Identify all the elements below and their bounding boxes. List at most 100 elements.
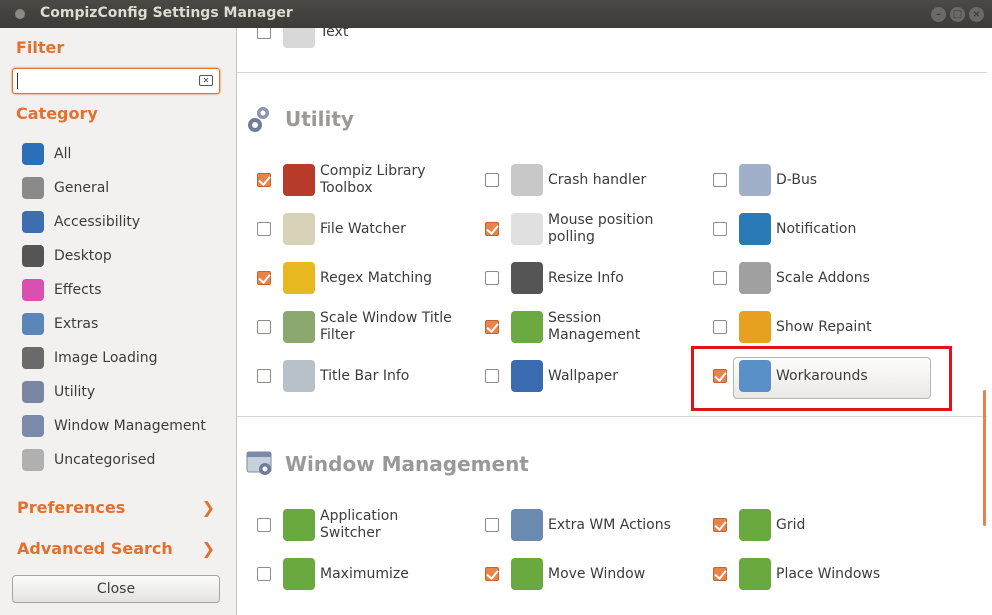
plugin-label: Grid	[776, 516, 806, 533]
scrollbar-thumb[interactable]	[983, 390, 986, 526]
plugin-checkbox[interactable]	[257, 271, 271, 285]
plugin-checkbox[interactable]	[257, 320, 271, 334]
plugin-item[interactable]: Application Switcher	[257, 503, 460, 547]
category-item[interactable]: Extras	[22, 312, 98, 336]
close-button[interactable]: Close	[12, 575, 220, 603]
category-item[interactable]: Image Loading	[22, 346, 158, 370]
window-management-icon	[22, 415, 44, 437]
close-window-button[interactable]: ×	[969, 7, 984, 22]
minimize-button[interactable]: –	[931, 7, 946, 22]
plugin-item[interactable]: Extra WM Actions	[485, 503, 688, 547]
plugin-item-text[interactable]: Text	[257, 28, 460, 54]
plugin-item[interactable]: Wallpaper	[485, 354, 688, 398]
plugin-item[interactable]: Notification	[713, 207, 916, 251]
category-item[interactable]: Uncategorised	[22, 448, 155, 472]
plugin-checkbox[interactable]	[485, 320, 499, 334]
plugin-checkbox[interactable]	[485, 518, 499, 532]
plugin-label: Place Windows	[776, 565, 881, 582]
window-management-section-title: Window Management	[285, 452, 529, 476]
plugin-item[interactable]: Compiz Library Toolbox	[257, 158, 460, 202]
plugin-checkbox[interactable]	[485, 369, 499, 383]
filter-input[interactable]: ✕	[12, 68, 220, 94]
plugin-checkbox[interactable]	[257, 173, 271, 187]
app-menu-icon[interactable]	[15, 9, 25, 19]
plugin-label: Scale Window Title Filter	[320, 310, 452, 343]
category-item[interactable]: General	[22, 176, 109, 200]
preferences-link[interactable]: Preferences ❯	[17, 498, 217, 517]
category-item[interactable]: Effects	[22, 278, 102, 302]
category-item[interactable]: Desktop	[22, 244, 112, 268]
category-label: Utility	[54, 384, 96, 400]
plugin-item[interactable]: Scale Window Title Filter	[257, 305, 460, 349]
regex-icon	[283, 262, 315, 294]
plugin-checkbox[interactable]	[257, 222, 271, 236]
category-item[interactable]: Utility	[22, 380, 95, 404]
plugin-label: Move Window	[548, 565, 646, 582]
effects-icon	[22, 279, 44, 301]
maximumize-icon	[283, 558, 315, 590]
plugin-checkbox[interactable]	[713, 222, 727, 236]
plugin-item[interactable]: Regex Matching	[257, 256, 460, 300]
root-icon	[283, 360, 315, 392]
utility-section-icon	[248, 107, 269, 132]
plugin-label: Resize Info	[548, 269, 624, 286]
plugin-checkbox[interactable]	[713, 173, 727, 187]
dbus-icon	[739, 164, 771, 196]
maximize-button[interactable]: □	[950, 7, 965, 22]
gear-icon	[22, 177, 44, 199]
plugin-item[interactable]: Maximumize	[257, 552, 460, 596]
info-icon	[739, 213, 771, 245]
preferences-label: Preferences	[17, 498, 126, 517]
plugin-label: Maximumize	[320, 565, 409, 582]
plugin-checkbox[interactable]	[257, 28, 271, 39]
plugin-item[interactable]: Title Bar Info	[257, 354, 460, 398]
plugin-item[interactable]: Mouse position polling	[485, 207, 688, 251]
plugin-checkbox[interactable]	[713, 518, 727, 532]
desktop-icon	[22, 245, 44, 267]
category-label: Uncategorised	[54, 452, 156, 468]
category-item[interactable]: All	[22, 142, 71, 166]
scale-addons-icon	[739, 262, 771, 294]
category-label: Accessibility	[54, 214, 141, 230]
plugin-label: Application Switcher	[320, 508, 399, 541]
plugin-item[interactable]: Crash handler	[485, 158, 688, 202]
window-management-section-icon	[246, 451, 272, 475]
plugin-item[interactable]: Scale Addons	[713, 256, 916, 300]
plugin-label: Mouse position polling	[548, 212, 654, 245]
plugin-checkbox[interactable]	[713, 271, 727, 285]
move-window-icon	[511, 558, 543, 590]
title-bar[interactable]: CompizConfig Settings Manager – □ ×	[0, 0, 992, 28]
plugin-item[interactable]: D-Bus	[713, 158, 916, 202]
category-item[interactable]: Window Management	[22, 414, 206, 438]
utility-section-title: Utility	[285, 107, 354, 131]
plugin-item[interactable]: Move Window	[485, 552, 688, 596]
category-label: Desktop	[54, 248, 112, 264]
plugin-checkbox[interactable]	[485, 173, 499, 187]
category-item[interactable]: Accessibility	[22, 210, 140, 234]
advanced-search-link[interactable]: Advanced Search ❯	[17, 539, 217, 558]
plugin-checkbox[interactable]	[257, 369, 271, 383]
plugin-item[interactable]: File Watcher	[257, 207, 460, 251]
place-windows-icon	[739, 558, 771, 590]
session-icon	[511, 311, 543, 343]
window-title: CompizConfig Settings Manager	[40, 5, 293, 21]
plugin-item[interactable]: Resize Info	[485, 256, 688, 300]
plugin-item[interactable]: Session Management	[485, 305, 688, 349]
plugin-checkbox[interactable]	[713, 567, 727, 581]
advanced-search-label: Advanced Search	[17, 539, 173, 558]
plugin-label: Scale Addons	[776, 269, 870, 286]
plugin-checkbox[interactable]	[485, 222, 499, 236]
plugin-item[interactable]: Grid	[713, 503, 916, 547]
plugin-list[interactable]: Text Utility Compiz Library Toolbox Crash…	[236, 28, 992, 615]
plugin-checkbox[interactable]	[713, 320, 727, 334]
plugin-checkbox[interactable]	[485, 567, 499, 581]
plugin-item[interactable]: Show Repaint	[713, 305, 916, 349]
plugin-item[interactable]: Place Windows	[713, 552, 916, 596]
plugin-checkbox[interactable]	[257, 567, 271, 581]
globe-icon	[22, 143, 44, 165]
plugin-checkbox[interactable]	[257, 518, 271, 532]
extra-wm-icon	[511, 509, 543, 541]
clear-icon[interactable]: ✕	[199, 75, 213, 86]
plugin-checkbox[interactable]	[485, 271, 499, 285]
image-loading-icon	[22, 347, 44, 369]
